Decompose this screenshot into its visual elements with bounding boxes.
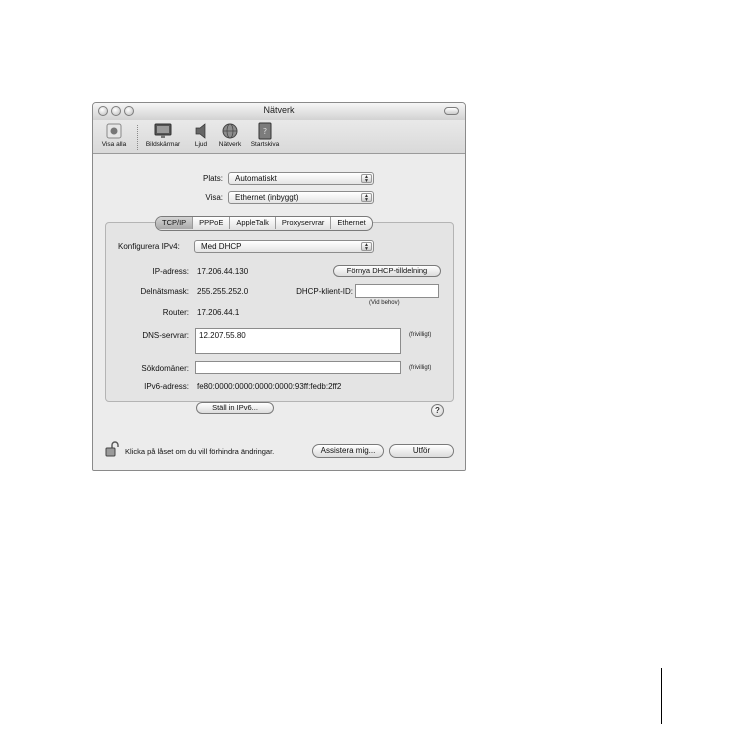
show-label: Visa: <box>205 193 223 202</box>
toolbar-label: Nätverk <box>218 141 242 148</box>
apple-grid-icon <box>104 122 124 140</box>
tab-appletalk[interactable]: AppleTalk <box>230 217 276 229</box>
tab-bar: TCP/IP PPPoE AppleTalk Proxyservrar Ethe… <box>155 216 373 231</box>
svg-text:?: ? <box>263 127 267 136</box>
router-label: Router: <box>162 308 189 317</box>
renew-dhcp-button[interactable]: Förnya DHCP-tilldelning <box>333 265 441 277</box>
configure-ipv4-popup[interactable]: Med DHCP ▲ ▼ <box>194 240 374 253</box>
dns-servers-field[interactable]: 12.207.55.80 <box>195 328 401 354</box>
dhcp-client-id-field[interactable] <box>355 284 439 298</box>
show-popup[interactable]: Ethernet (inbyggt) ▲ ▼ <box>228 191 374 204</box>
popup-arrows-icon: ▲ ▼ <box>361 193 372 203</box>
toolbar-displays[interactable]: Bildskärmar <box>141 122 185 148</box>
configure-ipv6-button[interactable]: Ställ in IPv6... <box>196 402 274 414</box>
lock-icon[interactable] <box>105 441 119 458</box>
configure-ipv4-value: Med DHCP <box>201 242 242 251</box>
location-label: Plats: <box>202 174 223 183</box>
toolbar-label: Startskiva <box>250 141 280 148</box>
dns-servers-label: DNS-servrar: <box>142 331 189 340</box>
speaker-icon <box>191 122 211 140</box>
assist-me-button[interactable]: Assistera mig... <box>312 444 384 458</box>
toolbar-label: Ljud <box>194 141 208 148</box>
search-domains-label: Sökdomäner: <box>141 364 189 373</box>
show-value: Ethernet (inbyggt) <box>235 193 299 202</box>
location-value: Automatiskt <box>235 174 277 183</box>
toolbar-toggle-button[interactable] <box>444 107 459 115</box>
toolbar-sound[interactable]: Ljud <box>189 122 213 148</box>
preferences-content: Plats: Automatiskt ▲ ▼ Visa: Ethernet (in… <box>93 154 465 470</box>
search-domains-field[interactable] <box>195 361 401 374</box>
tab-pppoe[interactable]: PPPoE <box>193 217 231 229</box>
ip-address-value: 17.206.44.130 <box>197 267 249 276</box>
toolbar-label: Bildskärmar <box>145 141 181 148</box>
title-bar: Nätverk <box>93 103 465 121</box>
tab-tcpip[interactable]: TCP/IP <box>156 217 194 229</box>
network-preferences-window: Nätverk Visa alla Bildskärmar Ljud Nätve… <box>92 102 466 471</box>
search-optional-hint: (frivilligt) <box>409 365 432 371</box>
toolbar: Visa alla Bildskärmar Ljud Nätverk ? Sta… <box>93 120 465 154</box>
startup-disk-icon: ? <box>255 122 275 140</box>
client-id-hint: (Vid behov) <box>369 300 400 306</box>
router-value: 17.206.44.1 <box>197 308 240 317</box>
window-title: Nätverk <box>263 105 295 115</box>
ipv6-address-label: IPv6-adress: <box>144 382 189 391</box>
ipv6-address-value: fe80:0000:0000:0000:0000:93ff:fedb:2ff2 <box>197 382 342 391</box>
tab-proxies[interactable]: Proxyservrar <box>276 217 332 229</box>
ip-address-label: IP-adress: <box>152 267 189 276</box>
dns-optional-hint: (frivilligt) <box>409 332 432 338</box>
popup-arrows-icon: ▲ ▼ <box>361 174 372 184</box>
apply-button[interactable]: Utför <box>389 444 454 458</box>
popup-arrows-icon: ▲ ▼ <box>361 242 372 252</box>
toolbar-startup-disk[interactable]: ? Startskiva <box>247 122 283 148</box>
display-icon <box>153 122 173 140</box>
help-button[interactable]: ? <box>431 404 444 417</box>
location-popup[interactable]: Automatiskt ▲ ▼ <box>228 172 374 185</box>
tab-ethernet[interactable]: Ethernet <box>331 217 371 229</box>
toolbar-network[interactable]: Nätverk <box>214 122 246 148</box>
configure-ipv4-label: Konfigurera IPv4: <box>118 242 180 251</box>
subnet-mask-label: Delnätsmask: <box>140 287 189 296</box>
toolbar-show-all[interactable]: Visa alla <box>97 122 131 148</box>
lock-message: Klicka på låset om du vill förhindra änd… <box>125 447 275 456</box>
page-margin-rule <box>661 668 662 724</box>
network-globe-icon <box>220 122 240 140</box>
dhcp-client-id-label: DHCP-klient-ID: <box>296 287 353 296</box>
toolbar-separator <box>137 125 138 150</box>
subnet-mask-value: 255.255.252.0 <box>197 287 249 296</box>
toolbar-label: Visa alla <box>101 141 127 148</box>
